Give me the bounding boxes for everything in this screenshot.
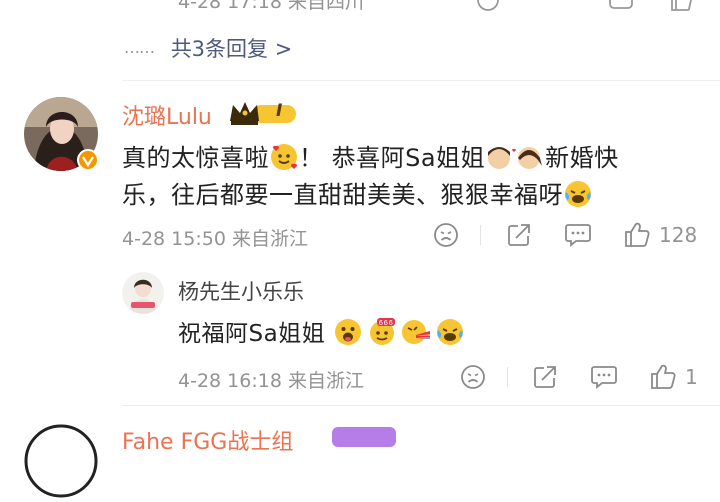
- replies-expander[interactable]: …… 共3条回复 >: [124, 33, 292, 63]
- reply-avatar[interactable]: [122, 272, 164, 314]
- reply-like-icon[interactable]: [650, 363, 676, 390]
- vip-crown-badge-icon: [228, 99, 298, 127]
- comment-icon[interactable]: [564, 222, 592, 248]
- repost-icon[interactable]: [506, 222, 532, 248]
- svg-text:666: 666: [379, 319, 394, 327]
- reply-meta: 4-28 16:18 来自浙江: [178, 370, 364, 392]
- prev-comment-icon[interactable]: [608, 0, 634, 12]
- 666-emoji-icon: 666: [367, 317, 397, 347]
- reply-comment-icon[interactable]: [590, 364, 618, 390]
- reply-text: 祝福阿Sa姐姐 666: [178, 314, 465, 348]
- comment-text-part4: 乐，往后都要一直甜甜美美、狠狠幸福呀: [122, 181, 563, 209]
- joy-tears-emoji-icon: [563, 179, 593, 209]
- reply-divider-bar: [507, 367, 508, 387]
- comment-text-part1: 真的太惊喜啦: [122, 144, 269, 172]
- reply-dislike-icon[interactable]: [460, 364, 486, 390]
- rainbow-vomit-emoji-icon: [401, 317, 431, 347]
- reply-like-count: 1: [685, 365, 698, 389]
- divider-bar: [480, 225, 481, 245]
- divider: [122, 405, 720, 406]
- reply-username[interactable]: 杨先生小乐乐: [178, 276, 304, 306]
- comment-username[interactable]: 沈璐Lulu: [122, 99, 212, 131]
- replies-link[interactable]: 共3条回复 >: [171, 37, 293, 61]
- grin-emoji-icon: [333, 317, 363, 347]
- like-icon[interactable]: [624, 221, 650, 248]
- divider: [122, 80, 720, 81]
- next-avatar[interactable]: [24, 424, 98, 498]
- kissing-couple-emoji-icon: [485, 142, 545, 172]
- prev-comment-meta: 4-28 17:18 来自四川: [178, 0, 364, 13]
- prev-like-icon[interactable]: [668, 0, 692, 12]
- vip-level-text: I: [276, 101, 283, 121]
- replies-ellipsis: ……: [124, 38, 155, 57]
- verified-badge-icon: [77, 149, 99, 171]
- next-username[interactable]: Fahe FGG战士组: [122, 424, 293, 456]
- dislike-icon[interactable]: [433, 222, 459, 248]
- smiling-hearts-emoji-icon: [269, 142, 299, 172]
- reply-text-content: 祝福阿Sa姐姐: [178, 321, 326, 347]
- comment-text-part2: ！ 恭喜阿Sa姐姐: [299, 144, 486, 172]
- comment-text-part3: 新婚快: [545, 144, 619, 172]
- comment-meta: 4-28 15:50 来自浙江: [122, 228, 308, 250]
- like-count: 128: [659, 223, 698, 247]
- next-badge-icon: [332, 427, 396, 447]
- comment-text: 真的太惊喜啦 ！ 恭喜阿Sa姐姐 新婚快 乐，往后都要一直甜甜美美、狠狠幸福呀: [122, 140, 712, 214]
- prev-dislike-icon[interactable]: [476, 0, 500, 12]
- reply-repost-icon[interactable]: [532, 364, 558, 390]
- joy-tears-emoji-icon-2: [435, 317, 465, 347]
